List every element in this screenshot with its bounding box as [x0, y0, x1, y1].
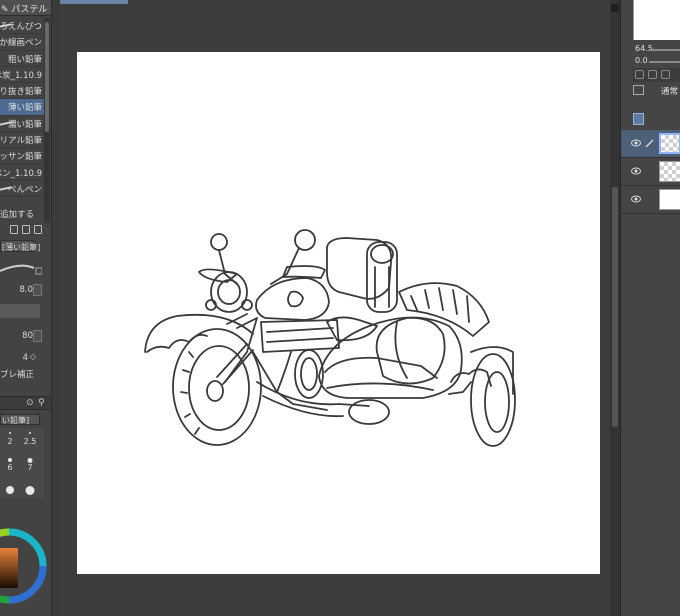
zoom-slider[interactable] [649, 49, 680, 51]
size-dot-icon [6, 486, 14, 494]
tool-property-tab[interactable]: [薄い鉛筆] [0, 240, 40, 252]
brush-group-tab[interactable]: ✎ パステル [0, 0, 51, 16]
layer-search-icon[interactable] [661, 70, 670, 79]
layer-row[interactable] [621, 186, 680, 214]
sub-tool-item[interactable]: リアル鉛筆 [0, 132, 44, 149]
sub-tool-item[interactable]: ぺんペン [0, 181, 44, 198]
size-dot-icon [29, 432, 31, 434]
brush-group-tab-label: ✎ パステル [1, 5, 48, 15]
panel-divider: ⊙ ⚲ [0, 396, 51, 410]
canvas-vertical-scrollbar[interactable] [610, 0, 620, 616]
size-dot-icon [8, 458, 12, 462]
motorcycle-sidecar-lineart [144, 229, 516, 447]
cube-icon[interactable] [648, 70, 657, 79]
add-sub-tool-button[interactable]: 追加する [0, 208, 34, 220]
layer-thumbnail [659, 161, 680, 182]
opacity-value[interactable]: 80 [22, 331, 33, 341]
blend-mode-icon [633, 85, 644, 95]
brush-size-tab[interactable]: い鉛筆] [0, 414, 40, 425]
sub-tool-item[interactable]: 粗い鉛筆 [0, 51, 44, 67]
rotate-slider[interactable] [649, 61, 680, 63]
scroll-corner [611, 4, 619, 12]
layer-toolbar [633, 68, 680, 82]
stepper-icon[interactable]: ◇ [30, 352, 36, 361]
scrollbar-thumb[interactable] [45, 22, 49, 132]
opacity-row: 80 [0, 330, 44, 344]
size-preset[interactable]: 2 [0, 430, 20, 446]
sub-tool-list: いろえんぴつ ぬか線画ペン 粗い鉛筆 木炭_1.10.9 入り抜き鉛筆 薄い鉛筆… [0, 18, 44, 198]
drawing-canvas[interactable] [77, 52, 600, 574]
sub-tool-actions [10, 224, 50, 236]
sub-tool-item[interactable]: ーペン_1.10.9 [0, 165, 44, 181]
size-preset[interactable]: 6 [0, 456, 20, 472]
new-icon[interactable] [10, 225, 18, 234]
layer-thumbnail [659, 133, 680, 154]
layer-property-icon[interactable] [635, 70, 644, 79]
eye-icon[interactable] [631, 195, 641, 203]
opacity-slider-track[interactable] [0, 304, 40, 318]
trash-icon[interactable] [34, 225, 42, 234]
size-dot-icon [9, 432, 11, 434]
blend-mode-select[interactable]: 通常 [661, 85, 678, 97]
sub-tool-scrollbar[interactable] [44, 18, 50, 223]
sub-tool-item[interactable]: いろえんぴつ [0, 18, 44, 35]
search-icon[interactable]: ⚲ [38, 398, 45, 408]
size-preset[interactable] [20, 482, 40, 498]
zoom-row: 64.5 [633, 44, 680, 55]
brush-size-value[interactable]: 8.0 [19, 285, 33, 295]
stabilization-label: ブレ補正 [0, 370, 35, 380]
scrollbar-thumb[interactable] [612, 187, 618, 427]
eye-icon[interactable] [631, 167, 641, 175]
brush-size-grid: 2 2.5 6 7 [0, 428, 44, 498]
pencil-icon: ✎ [1, 5, 9, 15]
paper-layer-thumbnail [659, 189, 680, 210]
size-dot-icon [25, 486, 35, 495]
layer-row[interactable] [621, 130, 680, 158]
rotate-value[interactable]: 0.0 [635, 56, 648, 65]
layer-row[interactable] [621, 158, 680, 186]
color-wheel[interactable] [0, 510, 48, 616]
hardness-row: 4 ◇ [0, 352, 44, 366]
sub-tool-item[interactable]: デッサン鉛筆 [0, 148, 44, 165]
left-tool-panel: ✎ パステル いろえんぴつ ぬか線画ペン 粗い鉛筆 木炭_1.10.9 入り抜き… [0, 0, 52, 616]
brush-size-row: 8.0 [0, 284, 44, 298]
pen-icon [645, 139, 654, 148]
pressure-icon[interactable] [33, 330, 42, 342]
settings-icon[interactable]: ⊙ [26, 398, 34, 408]
size-preset[interactable]: 2.5 [20, 430, 40, 446]
sub-tool-item[interactable]: 木炭_1.10.9 [0, 67, 44, 84]
navigator-preview[interactable] [633, 0, 680, 40]
eye-icon[interactable] [631, 139, 641, 147]
right-layer-panel: 64.5 0.0 通常 [620, 0, 680, 616]
copy-icon[interactable] [22, 225, 30, 234]
pressure-icon[interactable] [33, 284, 42, 296]
size-preset[interactable]: 7 [20, 456, 40, 472]
clip-studio-window: ✎ パステル いろえんぴつ ぬか線画ペン 粗い鉛筆 木炭_1.10.9 入り抜き… [0, 0, 680, 616]
size-preset[interactable] [0, 482, 20, 498]
hardness-value[interactable]: 4 [23, 353, 28, 363]
sub-tool-item-selected[interactable]: 薄い鉛筆 [0, 99, 44, 116]
rotate-row: 0.0 [633, 56, 680, 67]
sub-tool-item[interactable]: 入り抜き鉛筆 [0, 83, 44, 100]
layer-lock-row [633, 113, 680, 127]
blend-mode-row: 通常 [633, 84, 680, 98]
canvas-tab-indicator [60, 0, 128, 4]
reference-layer-icon[interactable] [633, 113, 644, 125]
brush-preview [0, 264, 42, 275]
sub-tool-item[interactable]: ぬか線画ペン [0, 34, 44, 51]
sub-tool-item[interactable]: 濃い鉛筆 [0, 116, 44, 133]
